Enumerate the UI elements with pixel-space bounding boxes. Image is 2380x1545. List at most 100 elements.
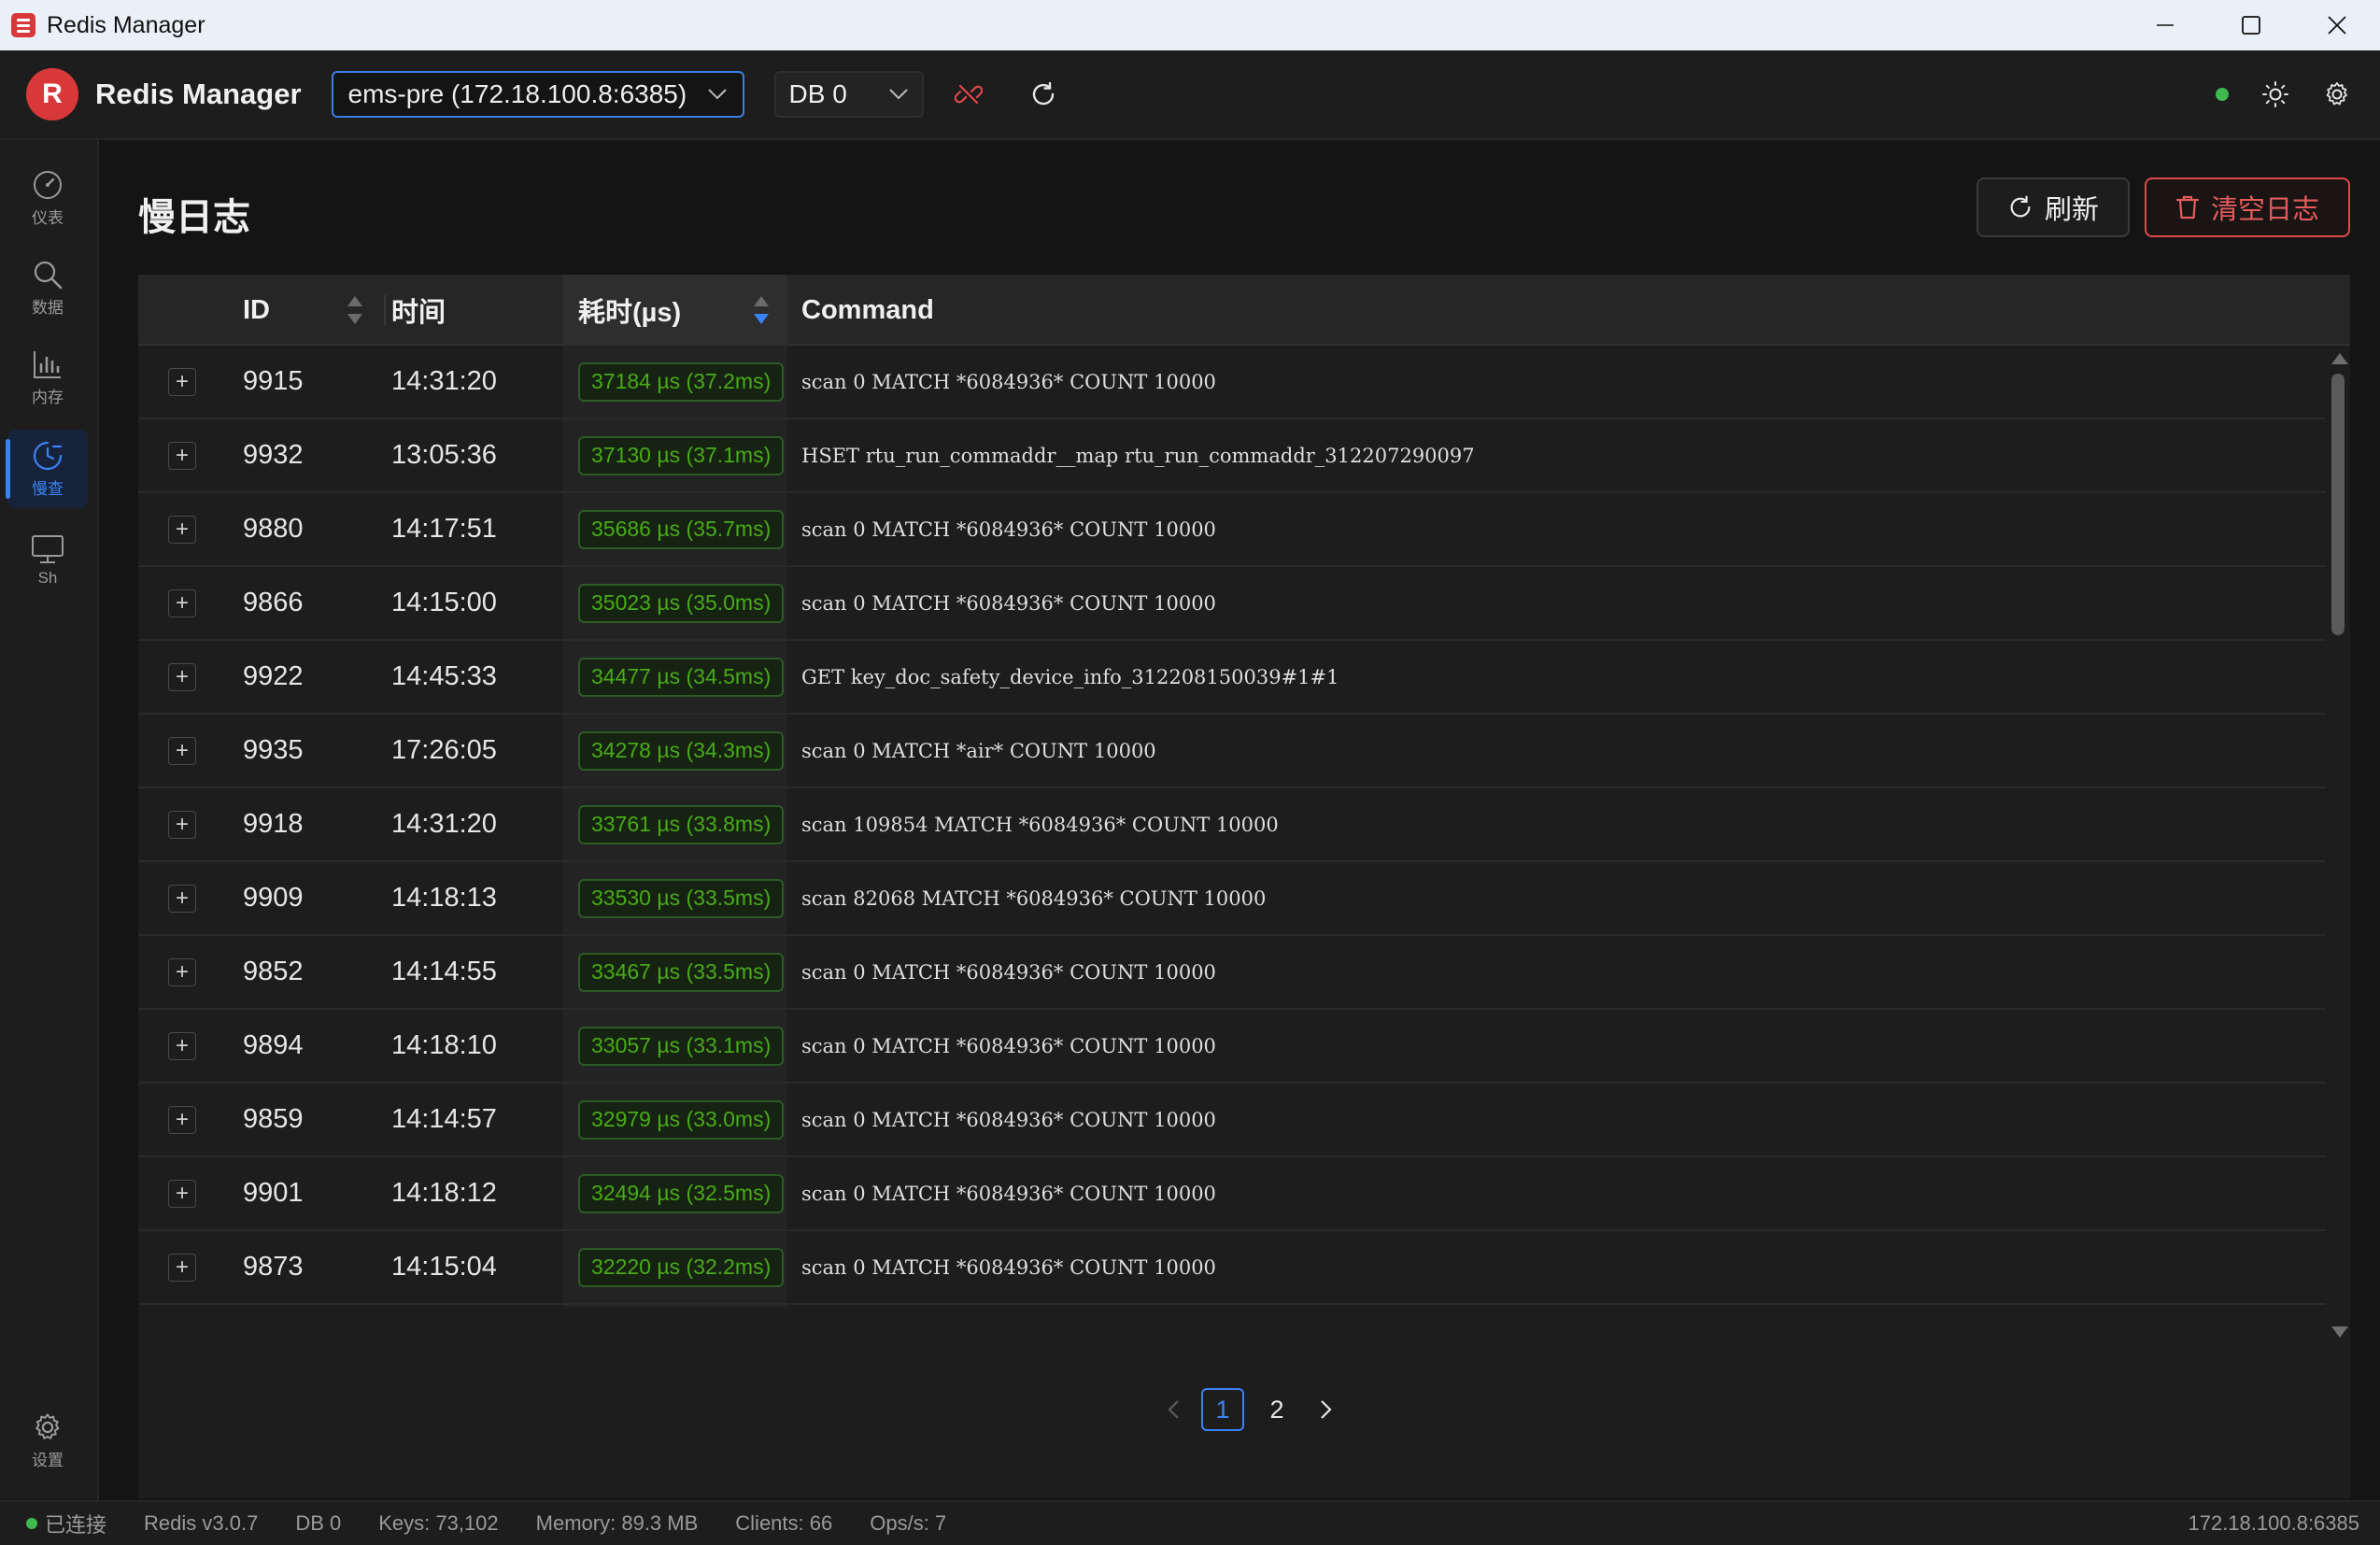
sidebar-item-slowlog[interactable]: 慢查 bbox=[6, 430, 88, 508]
duration-tag: 33761 µs (33.8ms) bbox=[578, 804, 785, 844]
expand-row-button[interactable]: + bbox=[168, 884, 196, 913]
window-title: Redis Manager bbox=[47, 11, 205, 38]
row-duration-cell: 37130 µs (37.1ms) bbox=[563, 419, 787, 491]
table-row[interactable]: +9880 14:17:51 35686 µs (35.7ms) scan 0 MAT… bbox=[138, 493, 2326, 567]
refresh-icon bbox=[1032, 81, 1054, 106]
sidebar-item-shell[interactable]: Sh bbox=[7, 521, 88, 600]
scroll-up-arrow-icon[interactable] bbox=[2331, 353, 2348, 364]
scroll-down-arrow-icon[interactable] bbox=[2331, 1326, 2348, 1338]
expand-cell: + bbox=[168, 346, 198, 418]
expand-cell: + bbox=[168, 1231, 198, 1303]
column-header-time: 时间 bbox=[391, 298, 446, 328]
table-row[interactable]: +9915 14:31:20 37184 µs (37.2ms) scan 0 MAT… bbox=[138, 346, 2326, 419]
row-time: 14:31:20 bbox=[391, 366, 497, 396]
column-header-duration[interactable]: 耗时(µs) bbox=[563, 275, 787, 346]
row-command: scan 0 MATCH *6084936* COUNT 10000 bbox=[801, 960, 1216, 984]
reload-connection-button[interactable] bbox=[1017, 68, 1070, 120]
row-time: 14:18:12 bbox=[391, 1178, 497, 1208]
row-command: scan 0 MATCH *6084936* COUNT 10000 bbox=[801, 1255, 1216, 1279]
expand-row-button[interactable]: + bbox=[168, 957, 196, 986]
page-1-button[interactable]: 1 bbox=[1201, 1388, 1244, 1431]
row-duration-cell: 35686 µs (35.7ms) bbox=[563, 493, 787, 565]
maximize-icon bbox=[2242, 16, 2260, 35]
table-row[interactable]: +9922 14:45:33 34477 µs (34.5ms) GET key_do… bbox=[138, 641, 2326, 715]
table-row[interactable]: +9918 14:31:20 33761 µs (33.8ms) scan 10985… bbox=[138, 788, 2326, 862]
bar-chart-icon bbox=[34, 350, 61, 378]
page-2-button[interactable]: 2 bbox=[1255, 1388, 1298, 1431]
expand-row-button[interactable]: + bbox=[168, 1253, 196, 1282]
sidebar-item-settings[interactable]: 设置 bbox=[7, 1401, 88, 1480]
expand-row-button[interactable]: + bbox=[168, 1031, 196, 1060]
column-divider bbox=[384, 295, 386, 325]
scrollbar-thumb[interactable] bbox=[2331, 374, 2345, 635]
expand-row-button[interactable]: + bbox=[168, 441, 196, 470]
close-window-button[interactable] bbox=[2294, 0, 2380, 50]
sidebar-item-label: 数据 bbox=[32, 298, 64, 317]
row-id: 9918 bbox=[243, 809, 304, 839]
row-id: 9932 bbox=[243, 440, 304, 470]
table-row[interactable]: +9866 14:15:00 35023 µs (35.0ms) scan 0 MAT… bbox=[138, 567, 2326, 641]
row-duration-cell: 33467 µs (33.5ms) bbox=[563, 936, 787, 1008]
sidebar-item-memory[interactable]: 内存 bbox=[7, 338, 88, 417]
expand-row-button[interactable]: + bbox=[168, 1179, 196, 1208]
row-time: 13:05:36 bbox=[391, 440, 497, 470]
row-duration-cell: 35023 µs (35.0ms) bbox=[563, 567, 787, 639]
table-row[interactable]: +9901 14:18:12 32494 µs (32.5ms) scan 0 MAT… bbox=[138, 1157, 2326, 1231]
app-window-icon bbox=[11, 13, 35, 37]
row-time: 14:14:57 bbox=[391, 1104, 497, 1134]
table-row[interactable]: +9935 17:26:05 34278 µs (34.3ms) scan 0 MAT… bbox=[138, 715, 2326, 788]
trash-icon bbox=[2175, 195, 2200, 220]
clear-log-button[interactable]: 清空日志 bbox=[2145, 177, 2350, 237]
expand-row-button[interactable]: + bbox=[168, 810, 196, 839]
row-id: 9901 bbox=[243, 1178, 304, 1208]
refresh-button[interactable]: 刷新 bbox=[1976, 177, 2130, 237]
sort-icon[interactable] bbox=[347, 296, 362, 324]
prev-page-button[interactable] bbox=[1156, 1388, 1190, 1431]
status-db: DB 0 bbox=[295, 1511, 342, 1535]
close-icon bbox=[2328, 16, 2346, 35]
sidebar-item-dashboard[interactable]: 仪表 bbox=[7, 159, 88, 237]
expand-row-button[interactable]: + bbox=[168, 515, 196, 544]
expand-row-button[interactable]: + bbox=[168, 367, 196, 396]
status-connected: 已连接 bbox=[26, 1509, 106, 1538]
chevron-right-icon bbox=[1321, 1400, 1332, 1419]
sidebar-item-data[interactable]: 数据 bbox=[7, 248, 88, 327]
settings-button[interactable] bbox=[2311, 68, 2363, 120]
duration-tag: 32220 µs (32.2ms) bbox=[578, 1247, 785, 1287]
db-select[interactable]: DB 0 bbox=[773, 71, 924, 118]
sidebar-item-label: 设置 bbox=[32, 1451, 64, 1469]
vertical-scrollbar[interactable] bbox=[2326, 346, 2350, 1354]
page-title: 慢日志 bbox=[138, 197, 250, 238]
row-command: GET key_doc_safety_device_info_312208150… bbox=[801, 665, 1339, 688]
row-time: 14:17:51 bbox=[391, 514, 497, 544]
expand-row-button[interactable]: + bbox=[168, 736, 196, 765]
expand-row-button[interactable]: + bbox=[168, 662, 196, 691]
row-duration-cell: 33530 µs (33.5ms) bbox=[563, 862, 787, 934]
row-command: scan 109854 MATCH *6084936* COUNT 10000 bbox=[801, 813, 1279, 836]
row-duration-cell: 31930 µs (31.9ms) bbox=[563, 1305, 787, 1308]
sort-desc-icon[interactable] bbox=[754, 296, 769, 324]
expand-row-button[interactable]: + bbox=[168, 588, 196, 617]
table-row[interactable]: +9859 14:14:57 32979 µs (33.0ms) scan 0 MAT… bbox=[138, 1084, 2326, 1157]
theme-toggle-button[interactable] bbox=[2249, 68, 2302, 120]
table-row[interactable]: +9909 14:18:13 33530 µs (33.5ms) scan 82068… bbox=[138, 862, 2326, 936]
expand-cell: + bbox=[168, 419, 198, 491]
row-time: 14:31:20 bbox=[391, 809, 497, 839]
table-row[interactable]: +9908 14:18:1331930 µs (31.9ms)scan 0 MAT… bbox=[138, 1305, 2326, 1308]
minimize-button[interactable] bbox=[2122, 0, 2208, 50]
table-row[interactable]: +9932 13:05:36 37130 µs (37.1ms) HSET rtu_r… bbox=[138, 419, 2326, 493]
connection-select-value: ems-pre (172.18.100.8:6385) bbox=[347, 79, 687, 108]
clock-icon bbox=[33, 441, 63, 470]
table-row[interactable]: +9852 14:14:55 33467 µs (33.5ms) scan 0 MAT… bbox=[138, 936, 2326, 1010]
disconnect-button[interactable] bbox=[942, 68, 995, 120]
table-row[interactable]: +9894 14:18:10 33057 µs (33.1ms) scan 0 MAT… bbox=[138, 1010, 2326, 1084]
column-header-id[interactable]: ID bbox=[243, 275, 383, 346]
refresh-button-label: 刷新 bbox=[2044, 195, 2099, 225]
status-keys: Keys: 73,102 bbox=[378, 1511, 499, 1535]
next-page-button[interactable] bbox=[1310, 1388, 1343, 1431]
expand-row-button[interactable]: + bbox=[168, 1105, 196, 1134]
maximize-button[interactable] bbox=[2208, 0, 2294, 50]
table-row[interactable]: +9873 14:15:04 32220 µs (32.2ms) scan 0 MAT… bbox=[138, 1231, 2326, 1305]
connection-select[interactable]: ems-pre (172.18.100.8:6385) bbox=[331, 71, 744, 118]
status-clients: Clients: 66 bbox=[735, 1511, 833, 1535]
